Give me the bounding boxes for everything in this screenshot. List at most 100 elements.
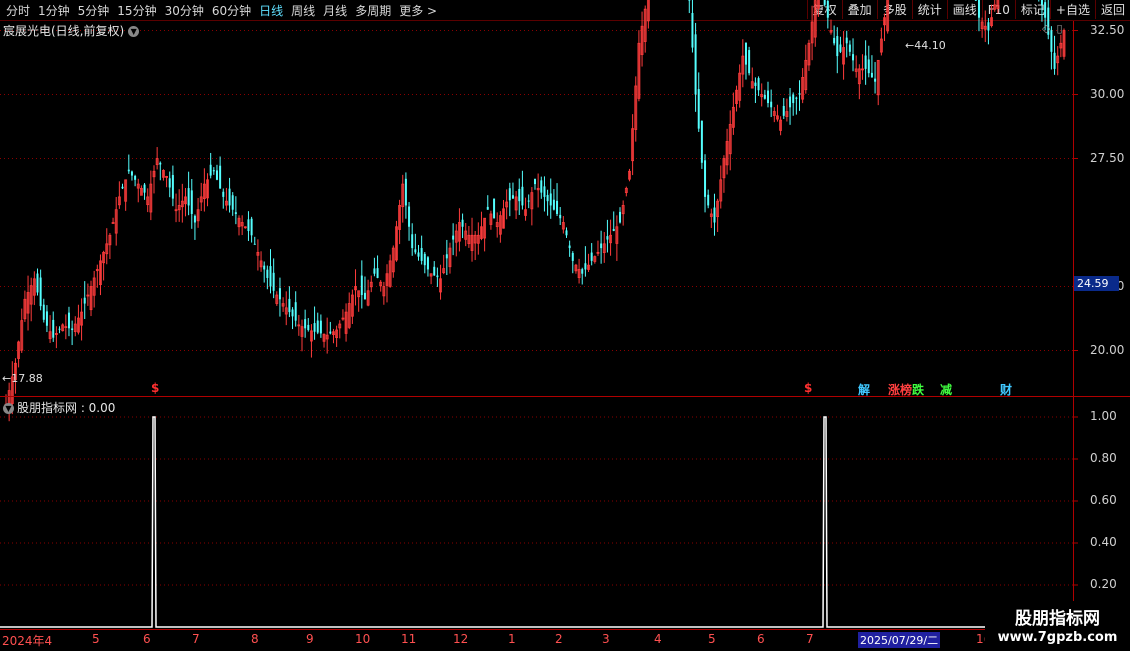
event-marker-rank[interactable]: 涨榜 xyxy=(888,381,912,398)
candle-body-down xyxy=(556,200,559,214)
candle-body-down xyxy=(767,90,770,104)
candle-body-down xyxy=(71,328,74,331)
watermark-title: 股朋指标网 xyxy=(1015,609,1100,629)
diamond-icon[interactable]: ◇ xyxy=(1042,22,1050,35)
candle-body-down xyxy=(168,178,171,188)
candle-body-down xyxy=(584,263,587,270)
candle-body-down xyxy=(792,94,795,104)
candle-body-down xyxy=(559,214,562,219)
candle-body-down xyxy=(782,105,785,116)
candle-body-down xyxy=(612,228,615,232)
candle-body-down xyxy=(848,44,851,52)
candle-body-down xyxy=(870,72,873,78)
candle-body-down xyxy=(445,254,448,259)
candle-body-down xyxy=(974,0,977,1)
watermark-url: www.7gpzb.com xyxy=(997,630,1118,645)
candle-body-down xyxy=(234,212,237,214)
event-marker-dividend-2[interactable]: $ xyxy=(804,381,812,395)
candle-body-down xyxy=(288,298,291,313)
candle-body-down xyxy=(461,219,464,227)
candle-body-down xyxy=(426,257,429,270)
candle-body-down xyxy=(833,37,836,44)
candle-body-down xyxy=(408,206,411,227)
date-tick-label: 11 xyxy=(401,632,417,646)
candle-body-down xyxy=(521,186,524,206)
date-tick-label: 7 xyxy=(806,632,814,646)
candle-body-down xyxy=(433,266,436,276)
candle-body-down xyxy=(1040,0,1043,5)
candle-body-down xyxy=(511,195,514,199)
candle-body-down xyxy=(250,218,253,236)
high-price-value: 44.10 xyxy=(914,39,946,52)
candle-body-down xyxy=(269,266,272,287)
event-marker-reduce[interactable]: 减 xyxy=(940,381,952,398)
candle-body-down xyxy=(543,186,546,197)
candle-body-down xyxy=(757,78,760,91)
candle-body-down xyxy=(452,235,455,240)
candle-body-down xyxy=(549,193,552,206)
date-tick-label: 6 xyxy=(757,632,765,646)
chevron-down-icon[interactable]: ▼ xyxy=(128,26,140,37)
candle-body-down xyxy=(417,252,420,257)
candle-body-down xyxy=(619,211,622,223)
date-tick-label: 2 xyxy=(555,632,563,646)
candle-body-down xyxy=(691,12,694,48)
candle-body-down xyxy=(190,190,193,214)
candle-body-down xyxy=(864,55,867,69)
candle-body-down xyxy=(215,170,218,180)
candle-body-down xyxy=(42,304,45,320)
candle-body-down xyxy=(688,0,691,1)
candle-body-down xyxy=(826,0,829,18)
candle-body-down xyxy=(565,230,568,236)
panel-toggle-icon[interactable]: ▯ xyxy=(1056,22,1062,35)
candle-body-down xyxy=(278,288,281,300)
chevron-down-icon[interactable]: ▼ xyxy=(3,403,14,414)
date-tick-label: 3 xyxy=(602,632,610,646)
candle-body-down xyxy=(700,120,703,163)
candle-body-down xyxy=(789,96,792,108)
price-tick-label: 32.50 xyxy=(1090,22,1125,37)
candle-body-down xyxy=(795,97,798,99)
candle-body-down xyxy=(316,320,319,333)
price-tick-label: 20.00 xyxy=(1090,342,1125,357)
date-tick-label: 6 xyxy=(143,632,151,646)
candle-body-down xyxy=(845,37,848,44)
candle-body-down xyxy=(67,312,70,329)
candle-body-down xyxy=(798,93,801,95)
candle-body-down xyxy=(304,319,307,329)
event-marker-dividend-1[interactable]: $ xyxy=(151,381,159,395)
candle-body-down xyxy=(552,199,555,210)
candle-body-down xyxy=(313,323,316,332)
low-price-label: ←17.88 xyxy=(2,372,43,385)
date-axis: 2025/07/29/二 1( 2024年4 5 6 7 8 9 10 11 12 1 2 3 4 5 6 7 xyxy=(0,629,1074,651)
date-tick-label: 8 xyxy=(251,632,259,646)
date-axis-highlight: 2025/07/29/二 xyxy=(858,632,941,648)
candle-body-down xyxy=(209,164,212,176)
candle-body-down xyxy=(294,302,297,321)
candle-body-down xyxy=(159,162,162,165)
chart-top-icons: ◇ ▯ xyxy=(1042,22,1069,35)
candle-body-down xyxy=(839,44,842,52)
candle-body-down xyxy=(171,175,174,199)
current-price-badge: 24.59 xyxy=(1074,276,1119,291)
price-tick-label: 27.50 xyxy=(1090,150,1125,165)
candle-body-down xyxy=(518,188,521,202)
indicator-title-text: 股朋指标网 : 0.00 xyxy=(17,401,116,415)
candle-body-down xyxy=(228,188,231,206)
candle-body-down xyxy=(307,324,310,331)
date-tick-label: 1 xyxy=(508,632,516,646)
event-marker-finance[interactable]: 财 xyxy=(1000,381,1012,398)
kline-chart[interactable] xyxy=(0,0,1130,650)
candle-body-down xyxy=(360,275,363,296)
stock-title: 宸展光电(日线,前复权) xyxy=(3,24,125,38)
candle-body-down xyxy=(272,272,275,291)
indicator-tick-label: 0.80 xyxy=(1090,451,1117,465)
price-axis-line xyxy=(1073,21,1074,628)
date-tick-label: 9 xyxy=(306,632,314,646)
candle-body-down xyxy=(143,184,146,193)
candle-body-down xyxy=(130,171,133,176)
candle-body-down xyxy=(581,269,584,274)
event-marker-unlock[interactable]: 解 xyxy=(858,381,870,398)
event-marker-fall[interactable]: 跌 xyxy=(912,381,924,398)
candle-body-down xyxy=(45,311,48,326)
